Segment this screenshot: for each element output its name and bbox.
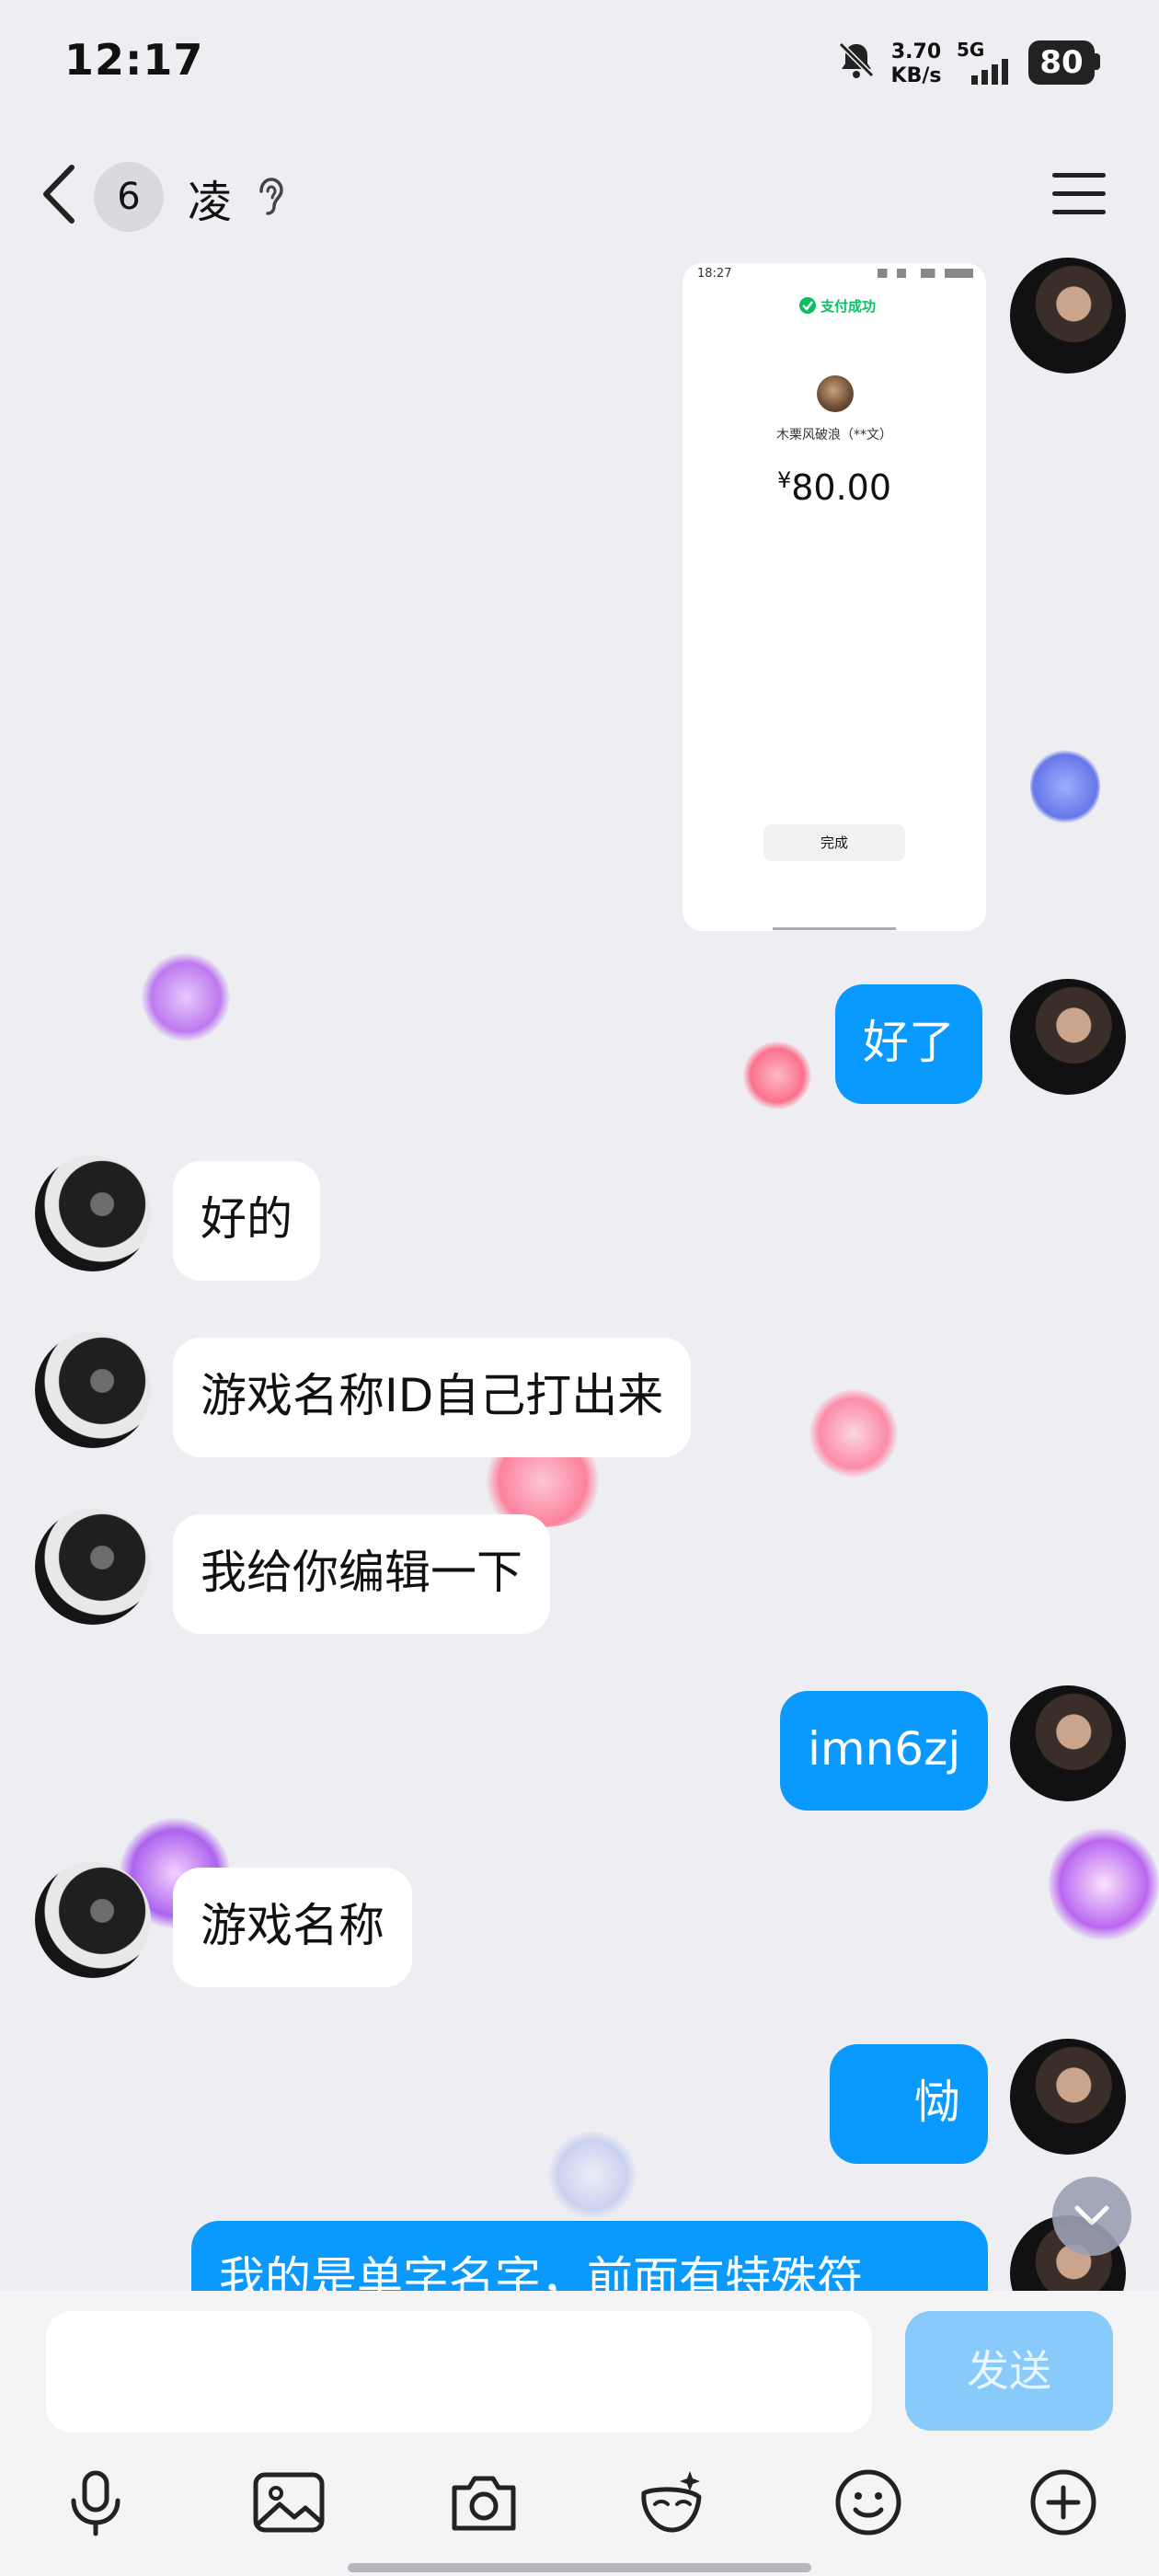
unread-count-badge[interactable]: 6 bbox=[94, 162, 164, 232]
menu-icon[interactable] bbox=[1052, 171, 1106, 221]
scroll-down-icon bbox=[1072, 2201, 1112, 2236]
avatar[interactable] bbox=[35, 1862, 151, 1978]
chat-title: 凌 bbox=[188, 177, 233, 228]
avatar[interactable] bbox=[35, 1332, 151, 1448]
battery-indicator: 80 bbox=[1028, 40, 1095, 85]
screenshot-home-indicator bbox=[773, 927, 896, 930]
bell-mute-icon bbox=[835, 39, 878, 85]
signal-icon bbox=[971, 57, 1017, 88]
chat-header bbox=[0, 129, 1159, 265]
emoji-icon[interactable] bbox=[832, 2466, 905, 2539]
flower-decoration bbox=[743, 1041, 811, 1110]
message-bubble-incoming[interactable]: 我给你编辑一下 bbox=[173, 1514, 550, 1634]
status-time: 12:17 bbox=[64, 35, 204, 85]
network-speed-unit: KB/s bbox=[890, 64, 942, 87]
check-circle-icon bbox=[798, 296, 817, 318]
network-speed: 3.70 KB/s bbox=[889, 40, 944, 88]
back-icon[interactable] bbox=[37, 162, 83, 230]
flower-decoration bbox=[1030, 747, 1100, 826]
message-bubble-outgoing[interactable]: 我的是单字名字，前面有特殊符 bbox=[191, 2221, 988, 2291]
send-button[interactable]: 发送 bbox=[905, 2311, 1113, 2431]
message-bubble-incoming[interactable]: 游戏名称ID自己打出来 bbox=[173, 1338, 692, 1457]
message-bubble-incoming[interactable]: 游戏名称 bbox=[173, 1868, 412, 1987]
flower-decoration bbox=[548, 2131, 637, 2219]
scroll-down-button[interactable] bbox=[1052, 2177, 1131, 2256]
message-clip: 我的是单字名字，前面有特殊符 bbox=[0, 2208, 1159, 2291]
plus-icon[interactable] bbox=[1027, 2466, 1100, 2539]
payment-screenshot-image[interactable]: 18:27 支付成功 木栗风破浪（**文） ¥80.00 完成 bbox=[683, 263, 986, 931]
avatar[interactable] bbox=[1010, 258, 1126, 374]
ear-icon[interactable] bbox=[254, 175, 287, 223]
camera-icon[interactable] bbox=[447, 2466, 521, 2539]
flower-decoration bbox=[142, 953, 230, 1041]
avatar[interactable] bbox=[35, 1509, 151, 1625]
avatar[interactable] bbox=[1010, 979, 1126, 1095]
payment-amount: ¥80.00 bbox=[683, 467, 986, 508]
sticker-icon[interactable] bbox=[635, 2466, 708, 2539]
done-button: 完成 bbox=[763, 824, 905, 861]
avatar[interactable] bbox=[1010, 2039, 1126, 2155]
message-bubble-outgoing[interactable]: 好了 bbox=[835, 984, 982, 1104]
battery-tip bbox=[1095, 53, 1100, 70]
network-speed-value: 3.70 bbox=[890, 40, 942, 63]
image-icon[interactable] bbox=[252, 2466, 326, 2539]
avatar[interactable] bbox=[1010, 1685, 1126, 1801]
message-bubble-outgoing[interactable]: 恸 bbox=[830, 2044, 988, 2164]
message-bubble-outgoing[interactable]: imn6zj bbox=[780, 1691, 989, 1811]
flower-decoration bbox=[809, 1389, 898, 1478]
message-bubble-incoming[interactable]: 好的 bbox=[173, 1161, 320, 1281]
payee-name: 木栗风破浪（**文） bbox=[776, 428, 892, 443]
home-indicator bbox=[348, 2563, 811, 2572]
mic-icon[interactable] bbox=[59, 2466, 132, 2539]
payment-status: 支付成功 bbox=[820, 298, 877, 315]
flower-decoration bbox=[1049, 1827, 1159, 1941]
amount-value: 80.00 bbox=[791, 467, 892, 508]
payee-avatar bbox=[817, 375, 854, 412]
screenshot-time: 18:27 bbox=[697, 267, 732, 281]
screenshot-status-icons bbox=[878, 269, 973, 278]
avatar[interactable] bbox=[35, 1156, 151, 1271]
currency-symbol: ¥ bbox=[776, 467, 792, 493]
message-input[interactable] bbox=[46, 2311, 872, 2432]
